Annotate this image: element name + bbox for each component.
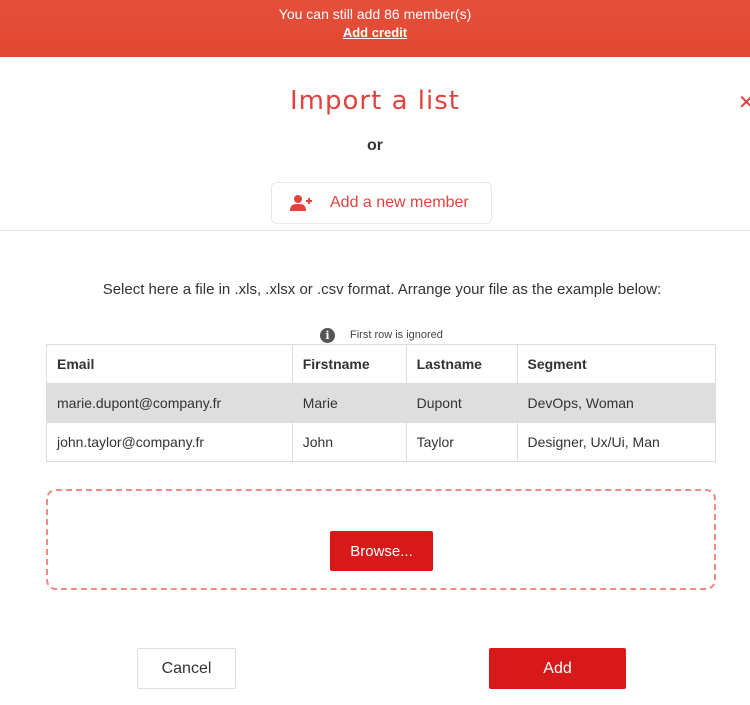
- cell-segment: Designer, Ux/Ui, Man: [516, 422, 716, 462]
- cell-segment: DevOps, Woman: [516, 383, 716, 423]
- credit-banner: You can still add 86 member(s) Add credi…: [0, 0, 750, 57]
- column-header-lastname: Lastname: [405, 344, 518, 384]
- format-instructions: Select here a file in .xls, .xlsx or .cs…: [102, 281, 662, 298]
- table-row: marie.dupont@company.fr Marie Dupont Dev…: [46, 383, 716, 423]
- cell-lastname: Taylor: [405, 422, 518, 462]
- table-row: john.taylor@company.fr John Taylor Desig…: [46, 422, 716, 462]
- add-credit-link[interactable]: Add credit: [0, 25, 750, 40]
- add-new-member-label: Add a new member: [330, 194, 469, 211]
- column-header-segment: Segment: [516, 344, 716, 384]
- page-title: Import a list: [290, 86, 460, 116]
- column-header-email: Email: [46, 344, 293, 384]
- note-text: First row is ignored: [350, 329, 443, 341]
- user-plus-icon: [290, 195, 312, 211]
- info-icon: i: [320, 327, 335, 343]
- first-row-note: i First row is ignored: [320, 327, 443, 343]
- close-icon[interactable]: ✕: [738, 90, 750, 115]
- browse-button[interactable]: Browse...: [330, 531, 433, 571]
- add-button[interactable]: Add: [489, 648, 626, 689]
- cell-firstname: Marie: [291, 383, 407, 423]
- add-new-member-button[interactable]: Add a new member: [271, 182, 492, 224]
- cell-lastname: Dupont: [405, 383, 518, 423]
- cell-email: marie.dupont@company.fr: [46, 383, 293, 423]
- banner-text: You can still add 86 member(s): [278, 6, 472, 22]
- cell-firstname: John: [291, 422, 407, 462]
- cancel-button[interactable]: Cancel: [137, 648, 236, 689]
- or-separator: or: [367, 137, 383, 154]
- example-table: Email Firstname Lastname Segment marie.d…: [46, 344, 716, 462]
- column-header-firstname: Firstname: [291, 344, 407, 384]
- section-divider: [0, 230, 750, 231]
- cell-email: john.taylor@company.fr: [46, 422, 293, 462]
- table-header-row: Email Firstname Lastname Segment: [46, 344, 716, 384]
